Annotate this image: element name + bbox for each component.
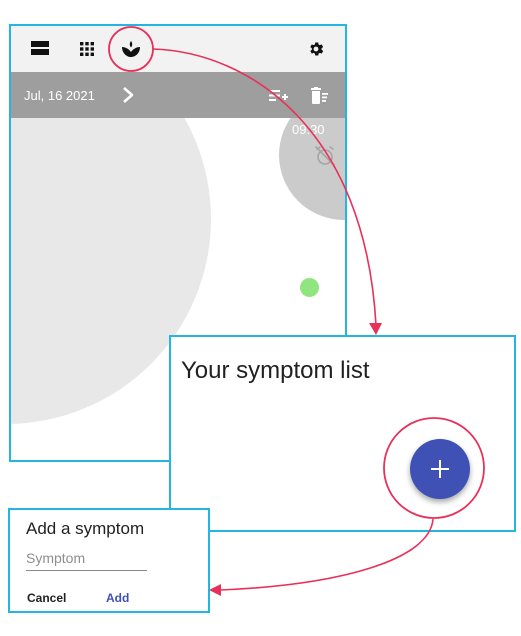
delete-sweep-icon[interactable] (309, 85, 331, 107)
view-list-icon[interactable] (27, 36, 53, 62)
add-symptom-dialog: Add a symptom Cancel Add (8, 508, 210, 613)
event-dot[interactable] (300, 278, 319, 297)
chevron-right-icon[interactable] (119, 85, 137, 105)
playlist-add-icon[interactable] (268, 85, 290, 107)
dialog-title: Add a symptom (26, 519, 145, 538)
apps-grid-icon[interactable] (74, 36, 100, 62)
symptom-list-screen: Your symptom list (169, 335, 516, 532)
arrowhead-1 (369, 323, 382, 335)
symptom-input[interactable] (26, 546, 147, 571)
arrowhead-2 (209, 584, 221, 596)
page-title: Your symptom list (181, 357, 370, 384)
alarm-off-icon[interactable] (313, 144, 337, 168)
top-toolbar (11, 26, 345, 72)
add-symptom-button[interactable] (410, 439, 470, 499)
gear-icon[interactable] (303, 36, 329, 62)
symptom-icon[interactable] (118, 36, 144, 62)
time-label: 09:30 (292, 122, 325, 137)
date-label: Jul, 16 2021 (24, 88, 95, 103)
cancel-button[interactable]: Cancel (27, 591, 66, 605)
date-bar: Jul, 16 2021 (11, 72, 345, 118)
add-button[interactable]: Add (106, 591, 129, 605)
plus-icon (431, 460, 449, 478)
